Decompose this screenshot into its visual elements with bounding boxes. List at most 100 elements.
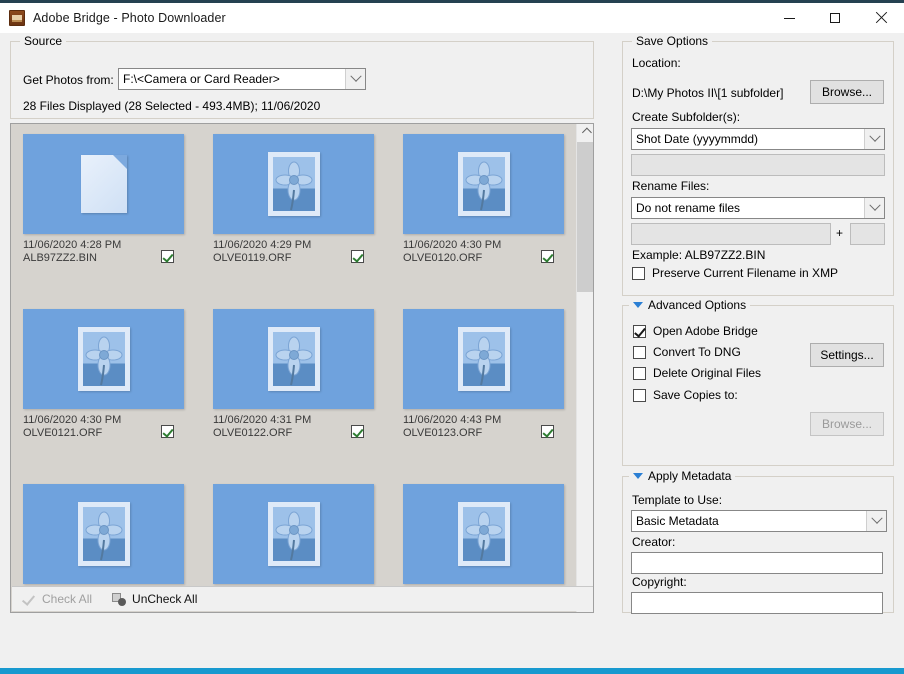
thumbnail-caption: 11/06/2020 4:29 PM OLVE0119.ORF [213,239,375,267]
files-displayed-status: 28 Files Displayed (28 Selected - 493.4M… [23,99,321,113]
source-device-select[interactable]: F:\<Camera or Card Reader> [118,68,366,90]
save-copies-browse-button[interactable]: Browse... [810,412,884,436]
custom-subfolder-input[interactable] [631,154,885,176]
check-icon [22,592,36,606]
thumbnail-caption: 11/06/2020 4:31 PM OLVE0122.ORF [213,414,375,442]
maximize-icon [830,13,840,23]
photo-placeholder-icon [457,502,510,566]
save-options-group: Save Options Location: D:\My Photos II\[… [622,34,894,296]
thumbnail-image[interactable] [213,309,374,409]
thumbnail-checkbox[interactable] [161,425,174,438]
rename-files-select[interactable]: Do not rename files [631,197,885,219]
apply-metadata-legend: Apply Metadata [648,469,732,483]
rename-example-label: Example: ALB97ZZ2.BIN [632,248,766,262]
check-all-label: Check All [42,592,93,606]
thumbnail-image[interactable] [403,309,564,409]
advanced-options-legend-row[interactable]: Advanced Options [629,298,751,312]
thumbnail-cell[interactable]: 11/06/2020 4:43 PM OLVE0123.ORF [403,309,565,442]
chevron-down-icon[interactable] [864,129,884,149]
scroll-up-button[interactable] [577,124,593,141]
rename-suffix-input[interactable] [850,223,885,245]
convert-dng-checkbox[interactable] [633,345,646,359]
thumbnail-checkbox[interactable] [351,250,364,263]
create-subfolder-value: Shot Date (yyyymmdd) [636,132,759,146]
uncheck-icon [112,592,127,606]
minimize-button[interactable] [766,3,812,33]
open-bridge-checkbox-row[interactable]: Open Adobe Bridge [633,324,758,338]
title-bar: Adobe Bridge - Photo Downloader [0,3,904,33]
uncheck-all-button[interactable]: UnCheck All [102,588,207,611]
thumbnail-image[interactable] [23,309,184,409]
thumbnail-panel: 11/06/2020 4:28 PM ALB97ZZ2.BIN 11/06/2020… [10,123,594,613]
template-select[interactable]: Basic Metadata [631,510,887,532]
standard-dialog-button[interactable]: Standard Dialog [10,670,95,674]
thumbnail-cell[interactable] [23,484,185,584]
preserve-filename-checkbox-row[interactable]: Preserve Current Filename in XMP [632,266,838,280]
create-subfolder-select[interactable]: Shot Date (yyyymmdd) [631,128,885,150]
triangle-down-icon [633,473,643,479]
thumbnail-cell[interactable]: 11/06/2020 4:31 PM OLVE0122.ORF [213,309,375,442]
preserve-filename-label: Preserve Current Filename in XMP [652,266,839,280]
photo-placeholder-icon [267,327,320,391]
delete-originals-checkbox[interactable] [633,366,646,380]
get-media-button[interactable]: Get Media [733,668,811,674]
preserve-filename-checkbox[interactable] [632,266,645,280]
apply-metadata-legend-row[interactable]: Apply Metadata [629,469,736,483]
template-label: Template to Use: [632,493,723,507]
template-value: Basic Metadata [636,514,719,528]
thumbnail-grid[interactable]: 11/06/2020 4:28 PM ALB97ZZ2.BIN 11/06/2020… [11,124,577,612]
thumbnail-cell[interactable] [403,484,565,584]
triangle-down-icon [633,302,643,308]
rename-files-value: Do not rename files [636,201,741,215]
thumbnail-checkbox[interactable] [161,250,174,263]
thumbnail-checkbox[interactable] [541,250,554,263]
location-value: D:\My Photos II\[1 subfolder] [632,86,784,100]
photo-downloader-window: Adobe Bridge - Photo Downloader Source G… [0,0,904,674]
creator-input[interactable] [631,552,883,574]
create-subfolder-label: Create Subfolder(s): [632,110,741,124]
thumbnail-cell[interactable] [213,484,375,584]
save-copies-checkbox[interactable] [633,388,646,402]
thumbnail-scrollbar[interactable] [576,124,593,612]
dialog-body: Source Get Photos from: F:\<Camera or Ca… [0,33,904,668]
thumbnail-cell[interactable]: 11/06/2020 4:28 PM ALB97ZZ2.BIN [23,134,185,267]
thumbnail-cell[interactable]: 11/06/2020 4:29 PM OLVE0119.ORF [213,134,375,267]
thumbnail-checkbox[interactable] [541,425,554,438]
thumbnail-image[interactable] [23,134,184,234]
source-group: Source Get Photos from: F:\<Camera or Ca… [10,34,594,119]
scrollbar-thumb[interactable] [577,142,593,292]
close-icon [875,12,887,24]
location-browse-button[interactable]: Browse... [810,80,884,104]
rename-plus-label: + [836,226,844,240]
dng-settings-button[interactable]: Settings... [810,343,884,367]
apply-metadata-group: Apply Metadata Template to Use: Basic Me… [622,469,894,614]
thumbnail-image[interactable] [403,134,564,234]
thumbnail-image[interactable] [213,134,374,234]
thumbnail-image[interactable] [23,484,184,584]
open-bridge-checkbox[interactable] [633,324,646,338]
save-copies-label: Save Copies to: [653,388,738,402]
save-copies-checkbox-row[interactable]: Save Copies to: [633,388,738,402]
thumbnail-checkbox[interactable] [351,425,364,438]
cancel-button[interactable]: Cancel [819,668,894,674]
delete-originals-label: Delete Original Files [653,366,762,380]
location-label: Location: [632,56,681,70]
get-photos-from-label: Get Photos from: [23,73,114,87]
thumbnail-image[interactable] [403,484,564,584]
thumbnail-image[interactable] [213,484,374,584]
close-button[interactable] [858,3,904,33]
convert-dng-checkbox-row[interactable]: Convert To DNG [633,345,741,359]
check-all-button[interactable]: Check All [12,588,102,611]
thumbnail-cell[interactable]: 11/06/2020 4:30 PM OLVE0121.ORF [23,309,185,442]
thumbnail-cell[interactable]: 11/06/2020 4:30 PM OLVE0120.ORF [403,134,565,267]
chevron-down-icon[interactable] [864,198,884,218]
chevron-down-icon[interactable] [345,69,365,89]
copyright-label: Copyright: [632,575,687,589]
photo-placeholder-icon [457,152,510,216]
copyright-input[interactable] [631,592,883,614]
maximize-button[interactable] [812,3,858,33]
chevron-down-icon[interactable] [866,511,886,531]
location-browse-label: Browse... [821,85,872,99]
delete-originals-checkbox-row[interactable]: Delete Original Files [633,366,761,380]
rename-base-input[interactable] [631,223,831,245]
